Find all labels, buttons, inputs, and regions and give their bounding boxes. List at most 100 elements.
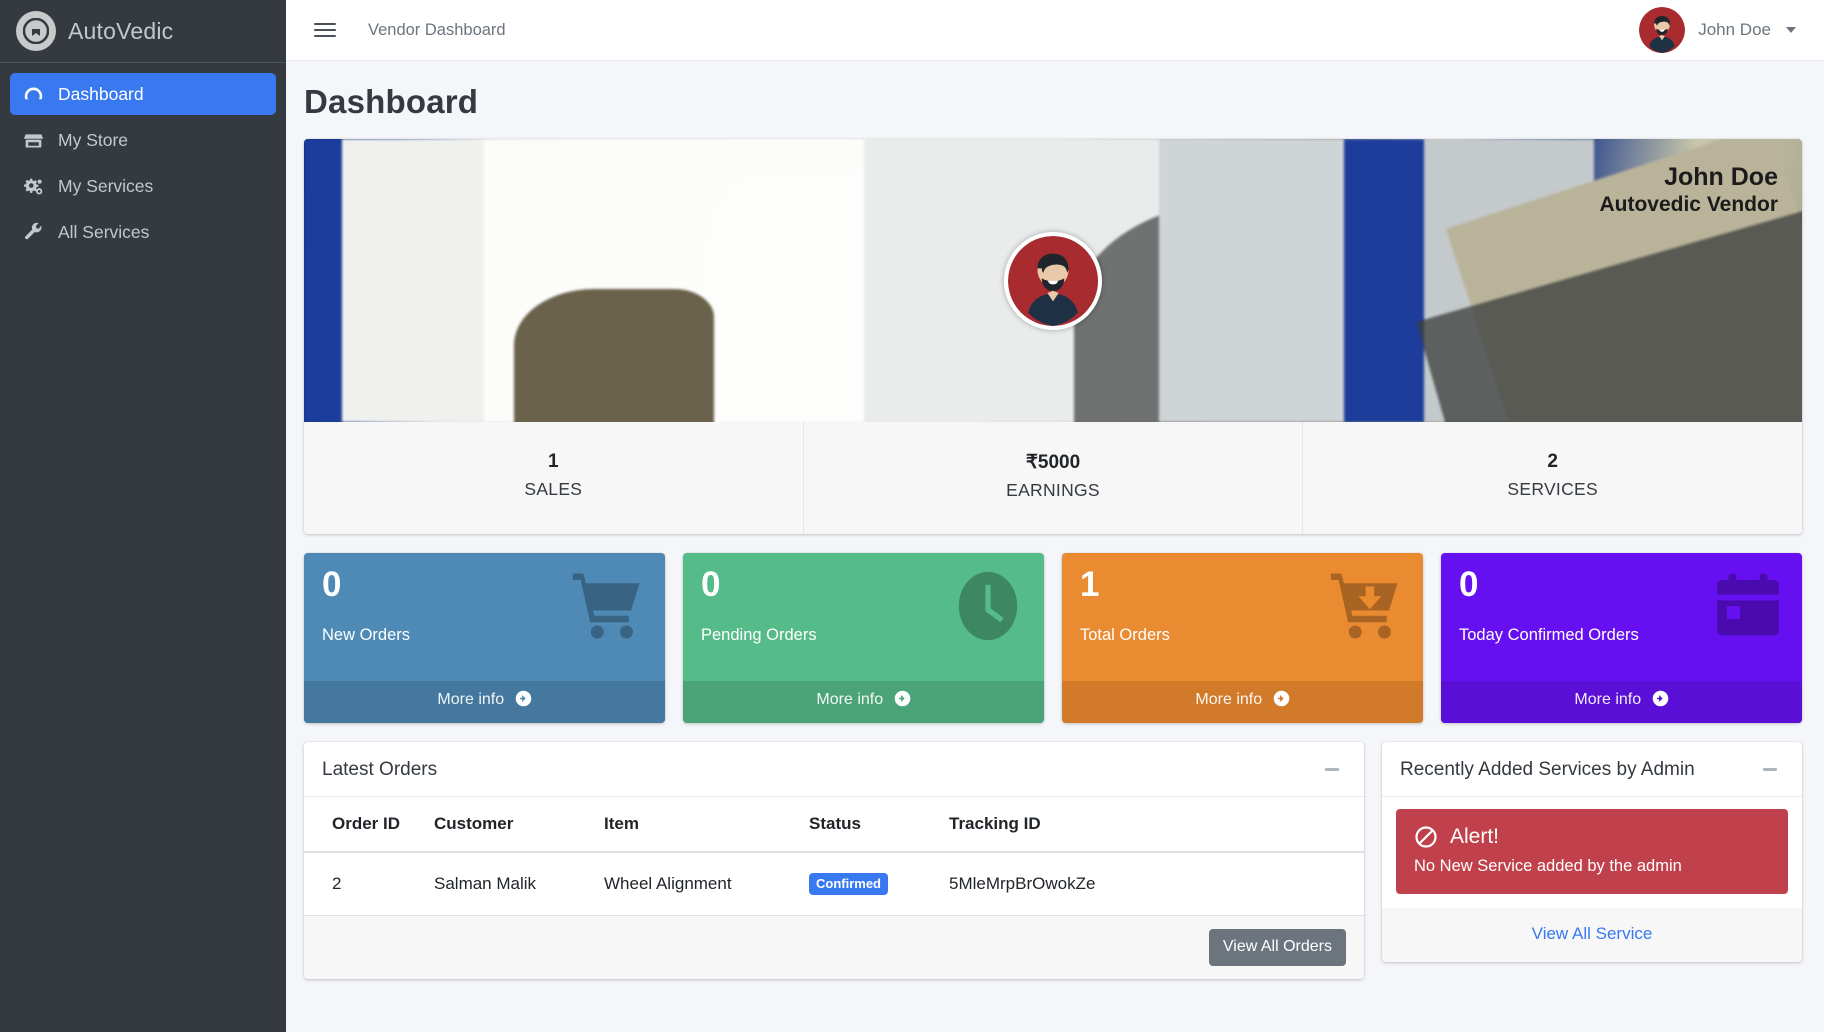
content-area: Dashboard John Doe Autovedic Vendor 1 SA… bbox=[286, 61, 1824, 1032]
cell-item: Wheel Alignment bbox=[604, 851, 809, 916]
sidebar-nav: Dashboard My Store My Services All Servi… bbox=[0, 63, 286, 253]
recent-services-column: Recently Added Services by Admin Alert! … bbox=[1382, 741, 1802, 962]
bottom-row: Latest Orders Order ID Customer Item Sta… bbox=[304, 741, 1802, 979]
calendar-icon bbox=[1706, 567, 1790, 645]
stat-value: 1 bbox=[548, 451, 559, 472]
latest-orders-footer: View All Orders bbox=[304, 915, 1364, 979]
sidebar-item-label: My Store bbox=[58, 129, 129, 150]
stat-earnings: ₹5000 EARNINGS bbox=[804, 422, 1304, 534]
latest-orders-column: Latest Orders Order ID Customer Item Sta… bbox=[304, 741, 1364, 979]
arrow-circle-right-icon bbox=[1652, 690, 1669, 712]
wrench-icon bbox=[22, 222, 44, 243]
app-root: AutoVedic Dashboard My Store My Services… bbox=[0, 0, 1824, 1032]
store-icon bbox=[22, 130, 44, 151]
cart-arrow-down-icon bbox=[1319, 567, 1411, 645]
stat-label: SALES bbox=[524, 479, 583, 499]
sidebar-item-label: All Services bbox=[58, 221, 150, 242]
column-header-tracking-id: Tracking ID bbox=[949, 796, 1364, 853]
info-box-new-orders[interactable]: 0 New Orders More info bbox=[304, 553, 665, 723]
arrow-circle-right-icon bbox=[894, 690, 911, 712]
main-area: Vendor Dashboard John Doe Dashboard John… bbox=[286, 0, 1824, 1032]
sidebar-item-dashboard[interactable]: Dashboard bbox=[10, 73, 276, 115]
info-box-total-orders[interactable]: 1 Total Orders More info bbox=[1062, 553, 1423, 723]
info-box-more-info-label: More info bbox=[437, 690, 505, 708]
column-header-status: Status bbox=[809, 796, 949, 853]
alert-message: No New Service added by the admin bbox=[1414, 856, 1682, 875]
sidebar: AutoVedic Dashboard My Store My Services… bbox=[0, 0, 286, 1032]
profile-stats: 1 SALES ₹5000 EARNINGS 2 SERVICES bbox=[304, 422, 1802, 534]
page-title: Dashboard bbox=[304, 83, 479, 120]
view-all-orders-button[interactable]: View All Orders bbox=[1208, 928, 1346, 966]
info-box-more-info-label: More info bbox=[1574, 690, 1642, 708]
alert-heading: Alert! bbox=[1450, 824, 1500, 848]
minus-icon[interactable] bbox=[1756, 758, 1784, 782]
banner-name: John Doe bbox=[1664, 163, 1778, 191]
recent-services-footer: View All Service bbox=[1382, 907, 1802, 962]
stat-sales: 1 SALES bbox=[304, 422, 804, 534]
recent-services-card: Recently Added Services by Admin Alert! … bbox=[1382, 741, 1802, 962]
info-boxes: 0 New Orders More info 0 Pending Orders … bbox=[304, 553, 1802, 723]
status-badge: Confirmed bbox=[809, 872, 888, 895]
info-box-body: 0 Today Confirmed Orders bbox=[1441, 553, 1802, 681]
banner-role: Autovedic Vendor bbox=[1599, 192, 1778, 216]
card-tools bbox=[1318, 758, 1346, 782]
info-box-more-info-link[interactable]: More info bbox=[683, 680, 1044, 723]
minus-icon[interactable] bbox=[1318, 758, 1346, 782]
avatar bbox=[1639, 7, 1686, 53]
info-box-body: 0 Pending Orders bbox=[683, 553, 1044, 681]
table-header-row: Order ID Customer Item Status Tracking I… bbox=[304, 796, 1364, 853]
cell-status: Confirmed bbox=[809, 851, 949, 916]
sidebar-item-my-services[interactable]: My Services bbox=[10, 165, 276, 207]
alert-heading-row: Alert! bbox=[1414, 825, 1770, 849]
arrow-circle-right-icon bbox=[1273, 690, 1290, 712]
sidebar-item-my-store[interactable]: My Store bbox=[10, 119, 276, 161]
shopping-cart-icon bbox=[561, 567, 653, 645]
banner-identity: John Doe Autovedic Vendor bbox=[1599, 163, 1778, 218]
cell-customer: Salman Malik bbox=[434, 851, 604, 916]
autovedic-logo-icon bbox=[16, 11, 56, 51]
info-box-more-info-label: More info bbox=[816, 690, 884, 708]
hamburger-icon[interactable] bbox=[314, 23, 336, 37]
info-box-body: 1 Total Orders bbox=[1062, 553, 1423, 681]
info-box-more-info-link[interactable]: More info bbox=[304, 680, 665, 723]
stat-label: SERVICES bbox=[1507, 479, 1598, 499]
table-head: Order ID Customer Item Status Tracking I… bbox=[304, 796, 1364, 853]
topbar-vendor-dashboard-link[interactable]: Vendor Dashboard bbox=[368, 21, 506, 40]
brand[interactable]: AutoVedic bbox=[0, 0, 286, 63]
ban-icon bbox=[1414, 825, 1438, 849]
latest-orders-card: Latest Orders Order ID Customer Item Sta… bbox=[304, 741, 1364, 979]
card-tools bbox=[1756, 758, 1784, 782]
brand-label: AutoVedic bbox=[68, 17, 174, 44]
topbar: Vendor Dashboard John Doe bbox=[286, 0, 1824, 61]
column-header-order-id: Order ID bbox=[304, 796, 434, 853]
latest-orders-header: Latest Orders bbox=[304, 742, 1364, 797]
speedometer-icon bbox=[22, 84, 44, 105]
profile-card: John Doe Autovedic Vendor 1 SALES ₹5000 … bbox=[304, 139, 1802, 534]
profile-avatar bbox=[1004, 231, 1102, 330]
info-box-more-info-link[interactable]: More info bbox=[1441, 680, 1802, 723]
sidebar-item-label: Dashboard bbox=[58, 83, 144, 104]
user-name-label: John Doe bbox=[1698, 20, 1771, 39]
info-box-more-info-link[interactable]: More info bbox=[1062, 680, 1423, 723]
info-box-body: 0 New Orders bbox=[304, 553, 665, 681]
latest-orders-table: Order ID Customer Item Status Tracking I… bbox=[304, 796, 1364, 916]
table-row[interactable]: 2 Salman Malik Wheel Alignment Confirmed… bbox=[304, 851, 1364, 916]
cell-order-id: 2 bbox=[304, 851, 434, 916]
sidebar-item-all-services[interactable]: All Services bbox=[10, 211, 276, 253]
profile-banner-image: John Doe Autovedic Vendor bbox=[304, 139, 1802, 422]
arrow-circle-right-icon bbox=[515, 690, 532, 712]
stat-value: 2 bbox=[1547, 451, 1558, 472]
recent-services-title: Recently Added Services by Admin bbox=[1400, 758, 1695, 780]
info-box-today-confirmed-orders[interactable]: 0 Today Confirmed Orders More info bbox=[1441, 553, 1802, 723]
table-body: 2 Salman Malik Wheel Alignment Confirmed… bbox=[304, 851, 1364, 916]
user-menu[interactable]: John Doe bbox=[1639, 7, 1802, 53]
no-service-alert: Alert! No New Service added by the admin bbox=[1396, 808, 1788, 894]
stat-services: 2 SERVICES bbox=[1303, 422, 1802, 534]
stat-value: ₹5000 bbox=[1025, 452, 1081, 473]
column-header-customer: Customer bbox=[434, 796, 604, 853]
latest-orders-title: Latest Orders bbox=[322, 758, 438, 780]
info-box-pending-orders[interactable]: 0 Pending Orders More info bbox=[683, 553, 1044, 723]
caret-down-icon bbox=[1786, 27, 1796, 33]
gears-icon bbox=[22, 176, 44, 197]
view-all-service-link[interactable]: View All Service bbox=[1532, 924, 1653, 943]
